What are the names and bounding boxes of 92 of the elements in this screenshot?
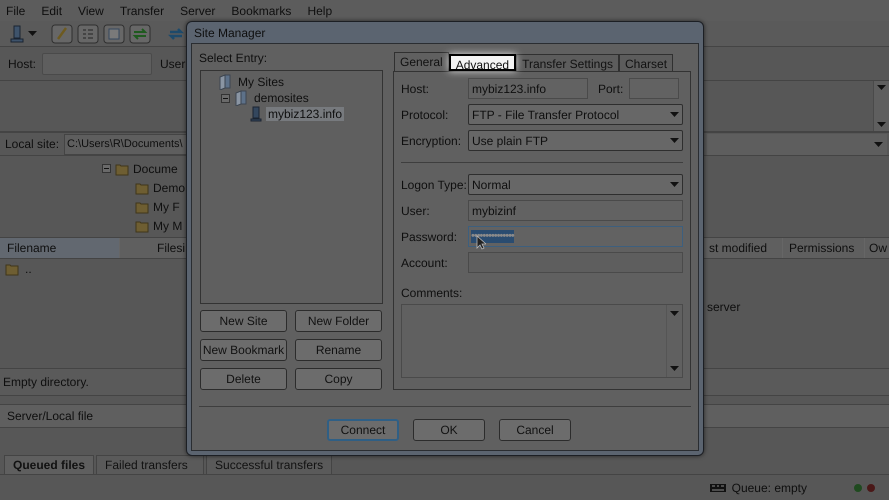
- field-label: Encryption:: [401, 134, 462, 146]
- notepad-icon[interactable]: [51, 24, 73, 44]
- comments-field[interactable]: [401, 304, 683, 378]
- list-icon[interactable]: [77, 24, 99, 44]
- menu-item[interactable]: Transfer: [120, 4, 164, 16]
- status-message: Empty directory.: [2, 376, 90, 388]
- local-site-label: Local site:: [4, 138, 60, 150]
- field-label: User: [160, 58, 186, 70]
- scrollbar[interactable]: [666, 305, 682, 377]
- dropdown[interactable]: FTP - File Transfer Protocol: [468, 104, 683, 125]
- column-header[interactable]: Filesi: [120, 242, 186, 254]
- field-label: User:: [401, 204, 431, 216]
- window-icon[interactable]: [103, 24, 125, 44]
- menu-item[interactable]: Bookmarks: [231, 4, 292, 16]
- menu-item[interactable]: Server: [180, 4, 216, 16]
- folder-icon: [135, 180, 149, 194]
- tree-item[interactable]: My F: [153, 200, 180, 212]
- dialog-button[interactable]: Cancel: [499, 419, 571, 441]
- caret-icon: [877, 122, 886, 127]
- field-label: Password:: [401, 230, 458, 242]
- caret-icon: [670, 311, 679, 316]
- field-label: Account:: [401, 256, 449, 268]
- folder-icon: [218, 74, 232, 90]
- queue-status: Queue: empty: [732, 482, 807, 494]
- folder-icon: [5, 262, 19, 276]
- menu-item[interactable]: Edit: [41, 4, 62, 16]
- folder-icon: [115, 162, 129, 176]
- arrows-icon[interactable]: [129, 24, 151, 44]
- scrollbar[interactable]: [873, 81, 889, 131]
- site-tree[interactable]: My Sites demosites mybiz123.info: [200, 70, 383, 304]
- server-icon[interactable]: [10, 24, 24, 42]
- caret-icon: [874, 142, 883, 146]
- menu-item[interactable]: View: [78, 4, 104, 16]
- tab[interactable]: Advanced: [448, 54, 516, 71]
- dialog-button[interactable]: New Site: [200, 310, 287, 332]
- file-name[interactable]: ..: [25, 263, 32, 275]
- tab[interactable]: Failed transfers: [96, 455, 204, 474]
- input-field[interactable]: [629, 78, 679, 99]
- indicator-lights-icon: [853, 482, 877, 492]
- input-field[interactable]: mybizinf: [468, 200, 683, 221]
- collapse-box-icon[interactable]: [221, 94, 230, 102]
- status-message: server: [707, 301, 742, 313]
- field-label: Protocol:: [401, 108, 450, 120]
- tab[interactable]: Queued files: [4, 455, 94, 474]
- column-header[interactable]: Permissions: [783, 238, 865, 258]
- column-header[interactable]: Server/Local file: [0, 410, 100, 422]
- password-field[interactable]: •••••••••••••••: [468, 226, 683, 247]
- field-label: Host:: [8, 58, 36, 70]
- dialog-button[interactable]: Connect: [327, 419, 399, 441]
- folder-icon: [135, 218, 149, 232]
- tree-item[interactable]: mybiz123.info: [266, 107, 344, 121]
- input-field[interactable]: mybiz123.info: [468, 78, 588, 99]
- column-header[interactable]: Ow: [865, 238, 889, 258]
- dialog-button[interactable]: Copy: [295, 368, 382, 390]
- menu-item[interactable]: File: [6, 4, 26, 16]
- caret-icon: [670, 112, 679, 117]
- folder-icon: [234, 90, 248, 106]
- tree-item[interactable]: demosites: [252, 91, 311, 105]
- tab[interactable]: Successful transfers: [206, 455, 332, 474]
- dropdown[interactable]: Normal: [468, 174, 683, 195]
- caret-icon: [877, 85, 886, 90]
- tree-item[interactable]: My M: [153, 220, 182, 232]
- dialog-button[interactable]: New Folder: [295, 310, 382, 332]
- dialog-button[interactable]: Delete: [200, 368, 287, 390]
- field-label: Logon Type:: [401, 178, 468, 190]
- field-label: Host:: [401, 82, 430, 94]
- folder-icon: [135, 200, 149, 214]
- tab[interactable]: Transfer Settings: [516, 54, 620, 71]
- menu-item[interactable]: Help: [307, 4, 332, 16]
- tree-item[interactable]: Demo: [153, 182, 186, 194]
- tree-item[interactable]: My Sites: [236, 75, 286, 89]
- password-value: •••••••••••••••: [471, 230, 514, 243]
- mouse-pointer-icon: [476, 235, 486, 250]
- group-label: Select Entry:: [199, 52, 268, 64]
- dialog-button[interactable]: New Bookmark: [200, 339, 287, 361]
- tab[interactable]: Charset: [619, 54, 674, 71]
- tab[interactable]: General: [394, 52, 449, 71]
- column-header[interactable]: Filename: [0, 238, 120, 258]
- dialog-button[interactable]: Rename: [295, 339, 382, 361]
- collapse-box-icon[interactable]: [102, 164, 111, 173]
- field-label: Comments:: [401, 287, 464, 299]
- server-icon: [250, 106, 262, 122]
- caret-icon: [28, 31, 37, 36]
- caret-icon: [670, 138, 679, 143]
- tree-item[interactable]: Docume: [133, 162, 178, 174]
- dialog-button[interactable]: OK: [413, 419, 485, 441]
- dropdown[interactable]: Use plain FTP: [468, 130, 683, 151]
- speed-icon: [710, 484, 726, 492]
- caret-icon: [670, 366, 679, 371]
- window-title: Site Manager: [194, 24, 266, 42]
- field-label: Port:: [598, 82, 624, 94]
- caret-icon: [670, 182, 679, 187]
